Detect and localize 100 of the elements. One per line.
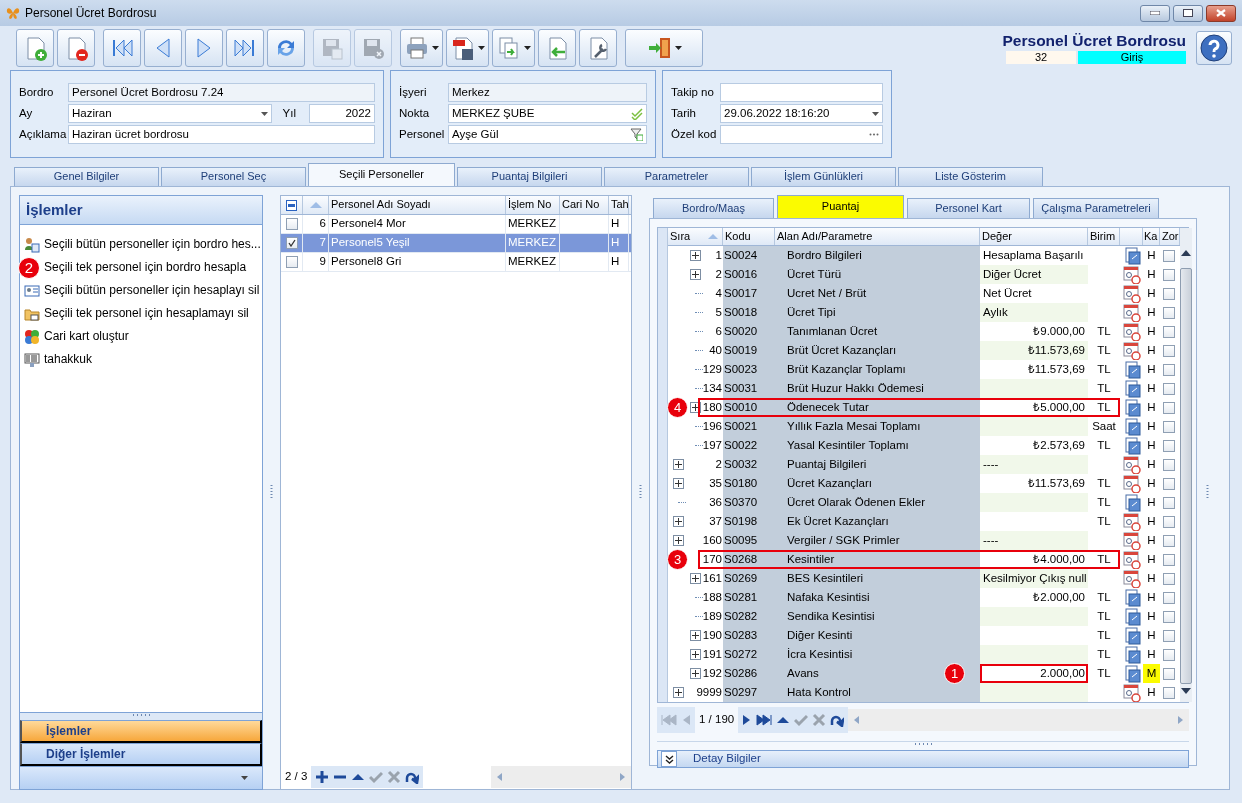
checkbox[interactable] [1163,344,1175,357]
first-record-button[interactable] [103,29,141,67]
expand-button[interactable] [673,459,684,470]
expand-button[interactable] [673,687,684,698]
input-field[interactable]: 2022 [309,104,375,123]
delete-button[interactable] [57,29,95,67]
expand-button[interactable] [690,649,701,660]
expand-button[interactable] [661,751,677,767]
column-header[interactable]: Alan Adı/Parametre [775,228,980,245]
input-field[interactable] [720,125,883,144]
vertical-scrollbar[interactable] [1180,228,1192,702]
table-row[interactable]: 6 S0020 Tanımlanan Ücret ₺9.000,00 TL H [668,322,1180,341]
help-button[interactable] [1196,31,1232,65]
checkbox[interactable] [1163,287,1175,300]
previous-button[interactable] [144,29,182,67]
expand-button[interactable] [673,478,684,489]
table-row[interactable]: 129 S0023 Brüt Kazançlar Toplamı ₺11.573,69 TL H [668,360,1180,379]
checkbox[interactable] [285,237,298,249]
export-button[interactable] [492,29,535,67]
expand-button[interactable] [673,516,684,527]
checkbox[interactable] [1163,610,1175,623]
checkbox[interactable] [1163,667,1175,680]
column-header[interactable]: Personel Adı Soyadı [329,196,506,214]
input-field[interactable]: Haziran ücret bordrosu [68,125,375,144]
table-row[interactable]: 2 S0032 Puantaj Bilgileri ---- H [668,455,1180,474]
table-row[interactable]: 188 S0281 Nafaka Kesintisi ₺2.000,00 TL H [668,588,1180,607]
next-button[interactable] [185,29,223,67]
checkbox[interactable] [1163,306,1175,319]
tab[interactable]: Genel Bilgiler [14,167,159,186]
last-record-button[interactable] [226,29,264,67]
table-row[interactable]: 37 S0198 Ek Ücret Kazançları TL H [668,512,1180,531]
input-field[interactable]: Ayşe Gül [448,125,647,144]
checkbox[interactable] [1163,515,1175,528]
checkbox[interactable] [1163,325,1175,338]
checkbox[interactable] [1163,686,1175,699]
column-header[interactable]: Tah [609,196,629,214]
input-field[interactable]: Merkez [448,83,647,102]
expand-button[interactable] [690,668,701,679]
refresh-button[interactable] [267,29,305,67]
table-row[interactable]: 35 S0180 Ücret Kazançları ₺11.573,69 TL H [668,474,1180,493]
settings-button[interactable] [579,29,617,67]
print-button[interactable] [400,29,443,67]
input-field[interactable]: Personel Ücret Bordrosu 7.24 [68,83,375,102]
exit-button[interactable] [625,29,703,67]
tab[interactable]: Personel Seç [161,167,306,186]
checkbox[interactable] [1163,382,1175,395]
dropdown-field[interactable]: Haziran [68,104,272,123]
column-header[interactable]: İşlem No [506,196,560,214]
row-selector-strip[interactable] [658,228,668,702]
checkbox[interactable] [1163,591,1175,604]
table-row[interactable]: 9999 S0297 Hata Kontrol H [668,683,1180,702]
tab[interactable]: Çalışma Parametreleri [1033,198,1159,218]
checkbox[interactable] [1163,496,1175,509]
pdf-export-button[interactable] [446,29,489,67]
table-row[interactable]: 36 S0370 Ücret Olarak Ödenen Ekler TL H [668,493,1180,512]
horizontal-scrollbar[interactable] [491,766,631,788]
action-link[interactable]: Cari kart oluştur [20,327,262,346]
action-link[interactable]: Seçili bütün personeller için hesaplayı sil [20,281,262,300]
tab[interactable]: Personel Kart [907,198,1030,218]
table-row[interactable]: 134 S0031 Brüt Huzur Hakkı Ödemesi TL H [668,379,1180,398]
checkbox[interactable] [1163,363,1175,376]
action-link[interactable]: tahakkuk [20,350,262,369]
navbar-section[interactable]: İşlemler [20,720,262,743]
checkbox[interactable] [285,256,298,268]
expand-button[interactable] [690,250,701,261]
tab[interactable]: İşlem Günlükleri [751,167,896,186]
table-row[interactable]: 196 S0021 Yıllık Fazla Mesai Toplamı Saat H [668,417,1180,436]
tab[interactable]: Liste Gösterim [898,167,1043,186]
column-header[interactable]: Kodu [723,228,775,245]
table-row[interactable]: 189 S0282 Sendika Kesintisi TL H [668,607,1180,626]
tab[interactable]: Bordro/Maaş [653,198,774,218]
checkbox[interactable] [1163,420,1175,433]
table-row[interactable]: 9 Personel8 Gri MERKEZ H [281,253,631,272]
checkbox[interactable] [1163,439,1175,452]
action-link[interactable]: Seçili tek personel için hesaplamayı sil [20,304,262,323]
close-button[interactable] [1206,4,1236,22]
import-button[interactable] [538,29,576,67]
checkbox[interactable] [1163,401,1175,414]
table-row[interactable]: 190 S0283 Diğer Kesinti TL H [668,626,1180,645]
maximize-button[interactable] [1173,4,1203,22]
action-link[interactable]: Seçili tek personel için bordro hesapla [44,260,247,275]
table-row[interactable]: 197 S0022 Yasal Kesintiler Toplamı ₺2.573,69 TL H [668,436,1180,455]
new-button[interactable] [16,29,54,67]
tab[interactable]: Parametreler [604,167,749,186]
minimize-button[interactable] [1140,4,1170,22]
checkbox[interactable] [285,218,298,230]
table-row[interactable]: 2 S0016 Ücret Türü Diğer Ücret H [668,265,1180,284]
tab[interactable]: Puantaj [777,195,904,218]
column-header[interactable]: Ka [1143,228,1160,245]
action-link[interactable]: Seçili bütün personeller için bordro hes... [20,235,262,254]
checkbox[interactable] [1163,534,1175,547]
table-row[interactable]: 4 S0017 Ucret Net / Brüt Net Ücret H [668,284,1180,303]
table-row[interactable]: 161 S0269 BES Kesintileri Kesilmiyor Çıkış null H [668,569,1180,588]
input-field[interactable]: MERKEZ ŞUBE [448,104,647,123]
checkbox[interactable] [1163,268,1175,281]
column-header[interactable]: Değer [980,228,1088,245]
checkbox[interactable] [1163,477,1175,490]
checkbox[interactable] [1163,458,1175,471]
expand-button[interactable] [690,402,701,413]
expand-button[interactable] [690,573,701,584]
